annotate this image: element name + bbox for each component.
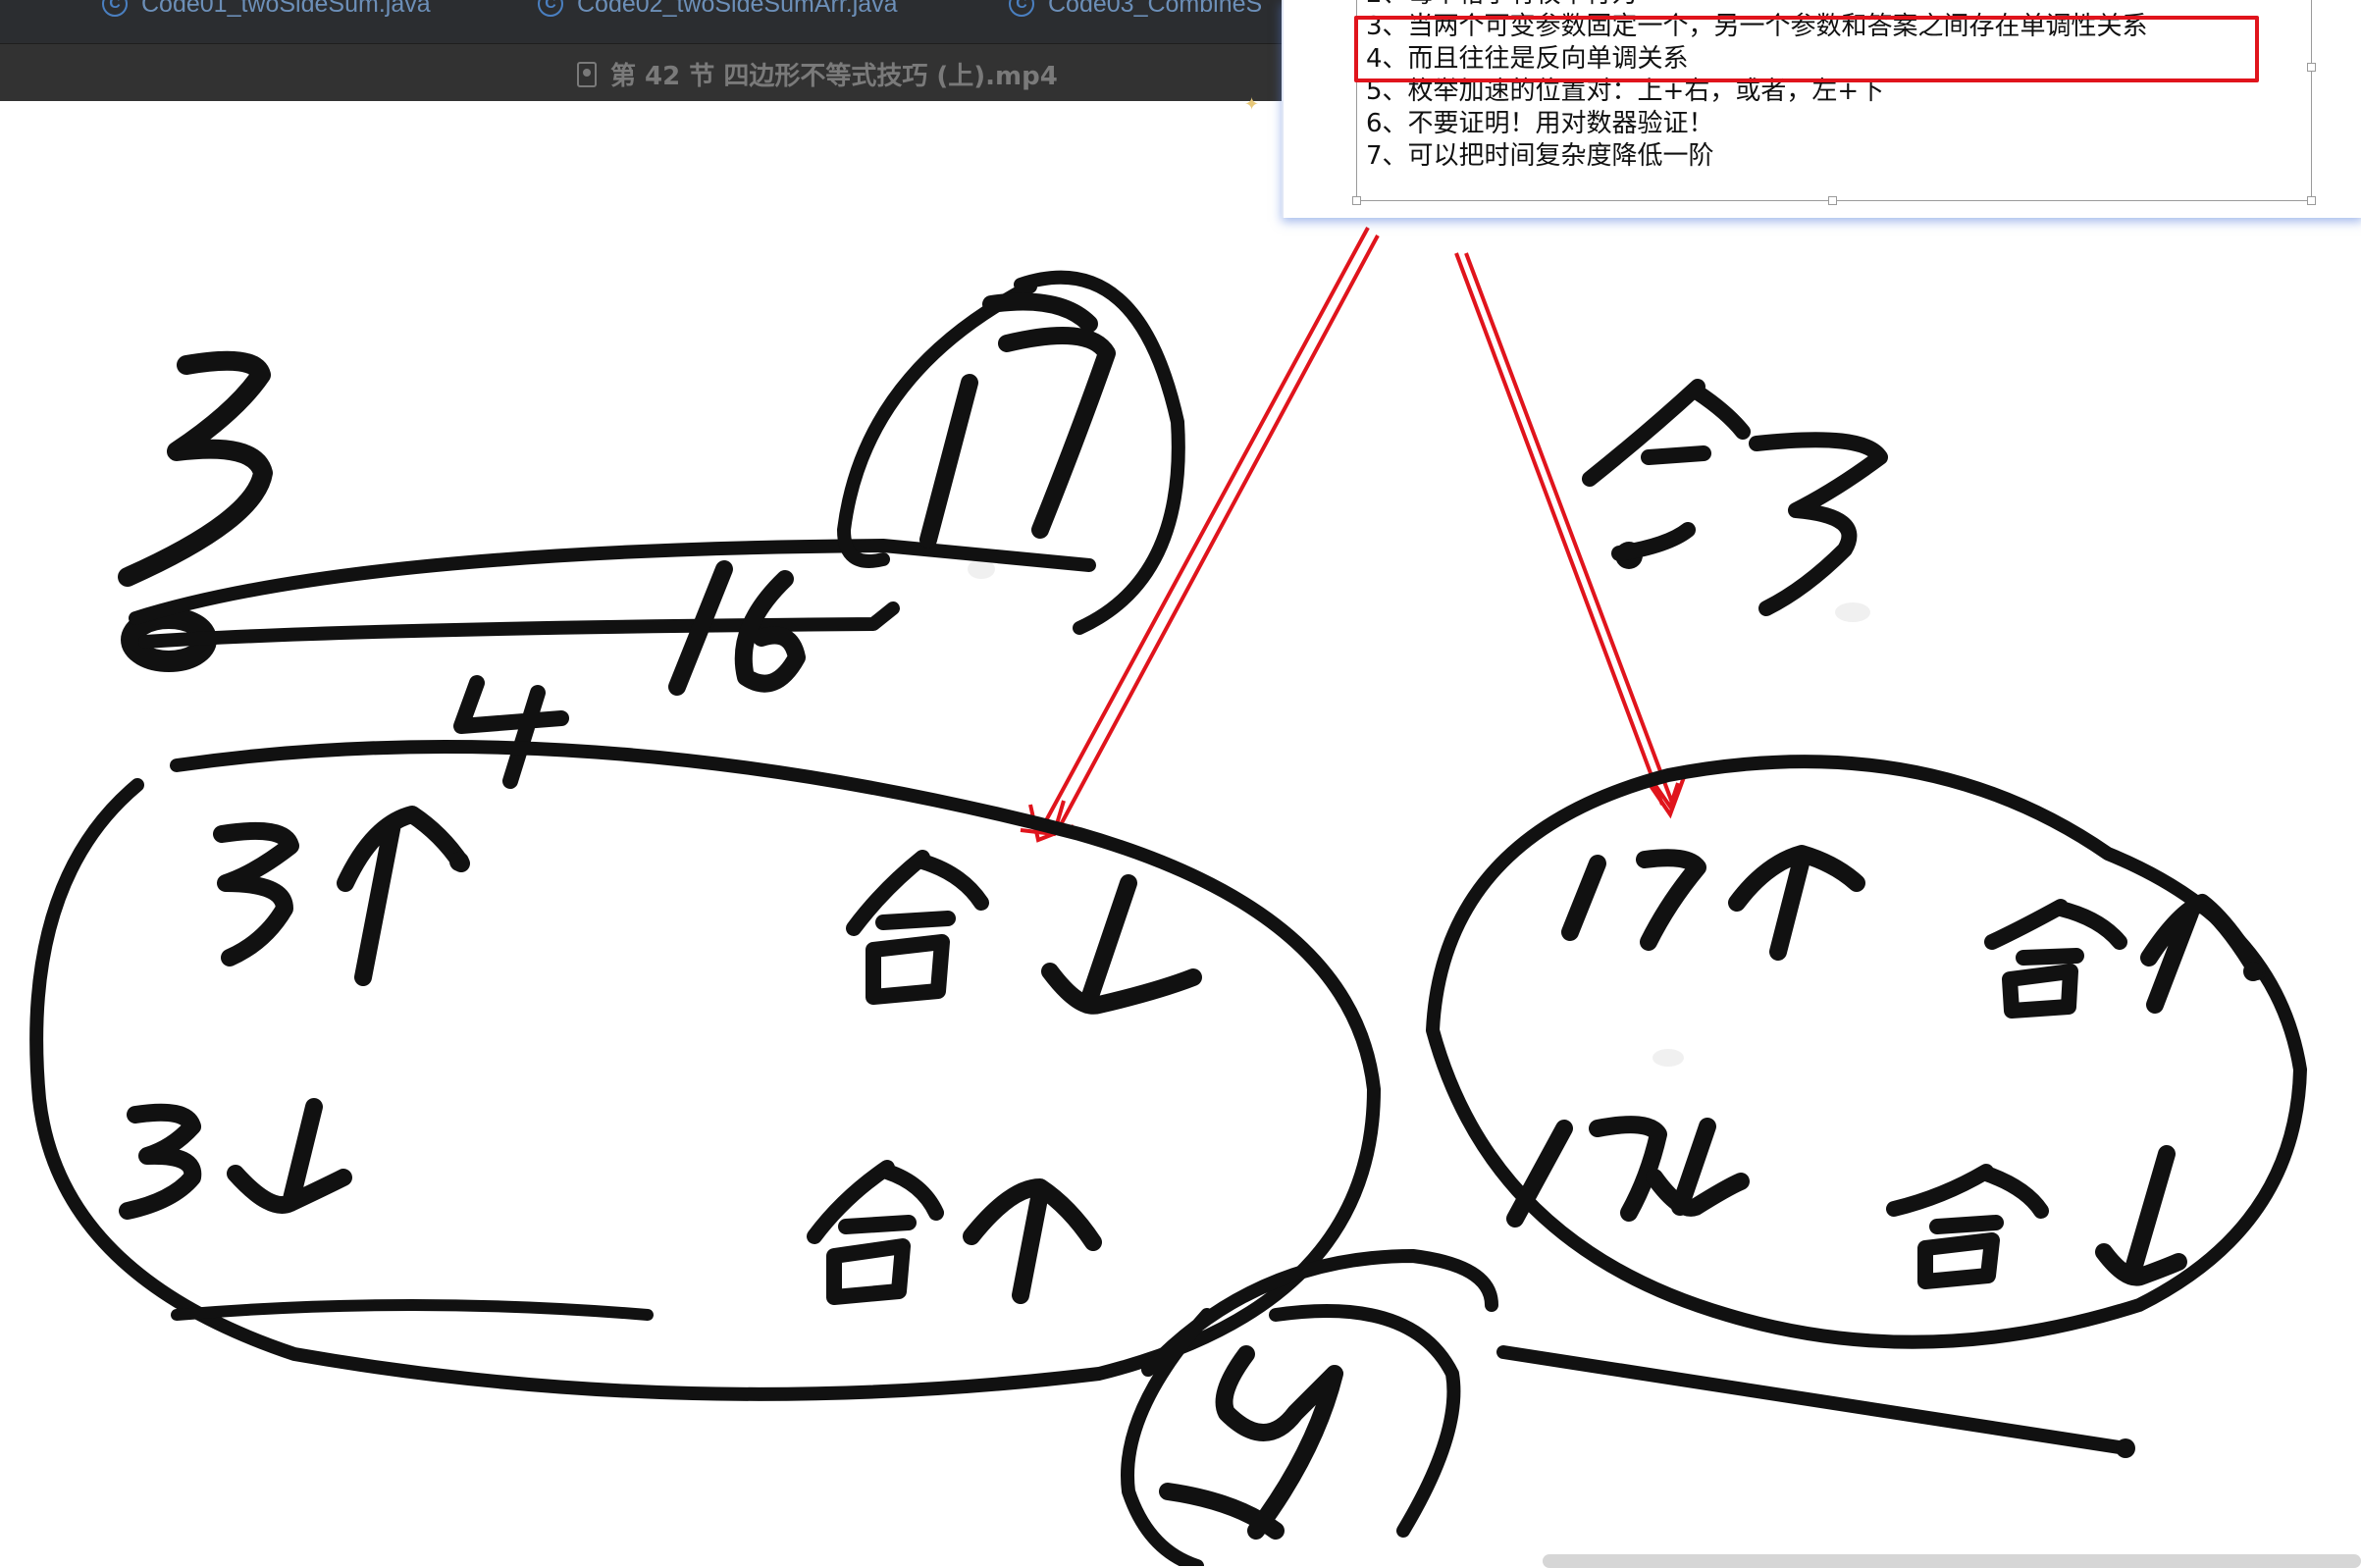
down-arrow-icon: [1646, 1118, 1750, 1217]
down-arrow-icon: [227, 1098, 352, 1214]
circle-bottom-inner: [1269, 1304, 1461, 1538]
digit-3-right-top: [1749, 432, 1888, 616]
up-arrow-icon: [963, 1178, 1102, 1304]
up-arrow-icon: [2140, 894, 2266, 1014]
resize-handle[interactable]: [1828, 196, 1837, 205]
red-arrow-right: [1454, 252, 1686, 819]
label-he-down: [846, 850, 989, 1005]
digit-4: [453, 675, 569, 789]
note-line: 7、可以把时间复杂度降低一阶: [1366, 141, 1714, 171]
circle-17-top: [837, 270, 1185, 635]
digit-9-bottom: [1159, 1345, 1343, 1540]
connector-line: [129, 539, 1096, 625]
ink-dot: [2243, 962, 2263, 981]
note-line: 2、每个格子有枚举行为: [1366, 0, 2148, 11]
scribble-line: [171, 1299, 654, 1321]
resize-handle[interactable]: [1352, 196, 1361, 205]
ellipse-left: [29, 740, 1381, 1401]
down-arrow-icon: [2095, 1145, 2187, 1286]
resize-handle[interactable]: [2307, 63, 2316, 72]
label-he-up-right: [1984, 899, 2127, 1019]
whiteboard-sketch: [29, 227, 2307, 1566]
smudge: [1835, 602, 1870, 622]
up-arrow-icon: [1728, 845, 1865, 961]
notes-panel: 2、每个格子有枚举行为 3、当两个可变参数固定一个，另一个参数和答案之间存在单调…: [1282, 0, 2361, 218]
circle-right: [1426, 755, 2307, 1349]
connector-line: [1496, 1345, 2132, 1455]
label-17-up: [1561, 849, 1706, 951]
down-arrow-icon: [1041, 874, 1202, 1015]
smudge: [1653, 1049, 1684, 1067]
label-he-3-right-top: [1582, 379, 1751, 561]
label-he-up: [807, 1160, 944, 1305]
label-3-down: [119, 1103, 202, 1220]
ink-dot: [449, 852, 469, 871]
up-arrow-icon: [337, 806, 470, 986]
note-line: 6、不要证明！用对数器验证！: [1366, 109, 1714, 138]
label-he-down-right: [1886, 1164, 2049, 1289]
resize-handle[interactable]: [2307, 196, 2316, 205]
label-3-up: [213, 821, 299, 967]
ink-dot: [2116, 1438, 2135, 1458]
highlight-box: [1354, 16, 2259, 82]
digit-3-top-left: [118, 350, 273, 587]
